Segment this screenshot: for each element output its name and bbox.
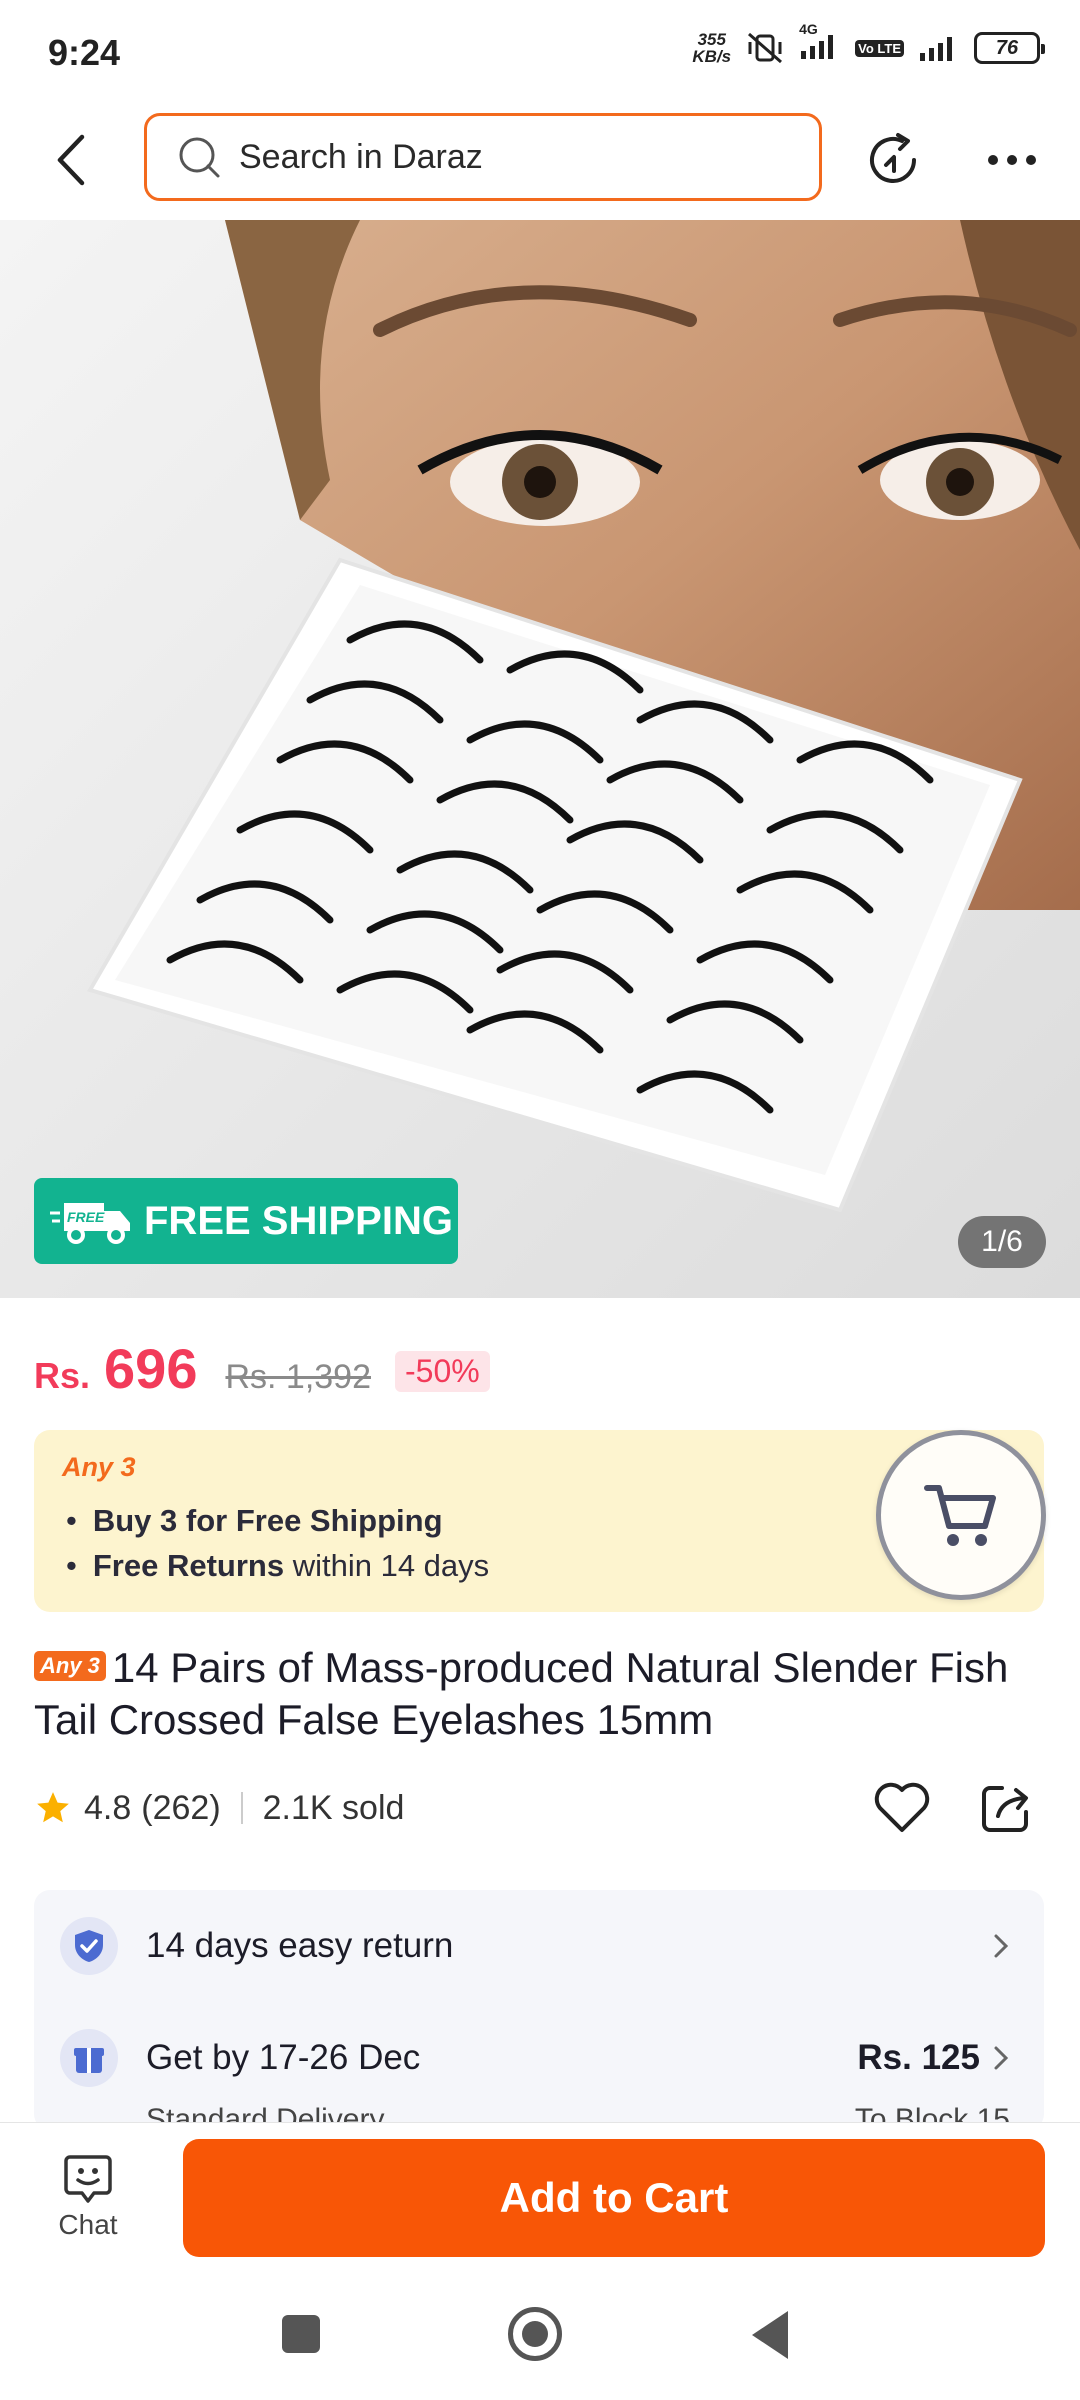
- promo-item: Buy 3 for Free Shipping: [66, 1498, 489, 1543]
- rating-value: 4.8: [84, 1788, 132, 1827]
- chat-button[interactable]: Chat: [30, 2153, 146, 2253]
- battery-icon: 76: [974, 32, 1045, 64]
- net-speed-value: 355: [697, 30, 726, 49]
- heart-icon: [874, 1782, 930, 1832]
- share-button[interactable]: [970, 1772, 1042, 1844]
- more-options-button[interactable]: [972, 125, 1052, 195]
- price-row: Rs. 696 Rs. 1,392 -50%: [34, 1336, 490, 1406]
- image-counter: 1/6: [958, 1216, 1046, 1268]
- floating-cart-button[interactable]: [876, 1430, 1046, 1600]
- back-arrow-icon: [57, 134, 85, 186]
- divider: [240, 1792, 243, 1824]
- volte-icon: Vo LTE: [855, 39, 904, 57]
- promo-line2-rest: within 14 days: [284, 1548, 490, 1583]
- service-card: 14 days easy return Get by 17-26 Dec Rs.…: [34, 1890, 1044, 2130]
- promo-line1: Buy 3 for Free Shipping: [92, 1503, 443, 1538]
- promo-list: Buy 3 for Free Shipping Free Returns wit…: [66, 1498, 489, 1588]
- review-count: (262): [141, 1788, 221, 1827]
- product-photo: [0, 220, 1080, 1298]
- product-title-text: 14 Pairs of Mass-produced Natural Slende…: [34, 1644, 1009, 1743]
- mute-vibrate-icon: [748, 32, 783, 64]
- product-image-gallery[interactable]: FREE FREE SHIPPING 1/6: [0, 220, 1080, 1298]
- add-to-cart-button[interactable]: Add to Cart: [183, 2139, 1045, 2257]
- wishlist-button[interactable]: [866, 1772, 938, 1844]
- product-page: 9:24 355 KB/s 4G Vo LTE 76 Search in Dar…: [0, 0, 1080, 2400]
- search-icon: [179, 137, 220, 178]
- chevron-right-icon: [986, 2043, 1016, 2073]
- free-icon-text: FREE: [67, 1209, 105, 1225]
- return-policy-row[interactable]: 14 days easy return: [34, 1906, 1044, 1986]
- promo-item: Free Returns within 14 days: [66, 1543, 489, 1588]
- return-label: 14 days easy return: [146, 1926, 454, 1965]
- free-shipping-label: FREE SHIPPING: [144, 1198, 453, 1243]
- any3-tag: Any 3: [34, 1650, 106, 1681]
- net-speed-unit: KB/s: [692, 47, 732, 66]
- product-title: Any 3 14 Pairs of Mass-produced Natural S…: [34, 1642, 1044, 1746]
- sold-count: 2.1K sold: [262, 1788, 405, 1827]
- cart-icon: [924, 1485, 996, 1546]
- chat-label: Chat: [58, 2209, 118, 2240]
- delivery-fee: Rs. 125: [857, 2038, 980, 2077]
- bottom-action-bar: Chat Add to Cart: [0, 2122, 1080, 2277]
- status-time: 9:24: [48, 32, 121, 73]
- shield-check-icon: [60, 1917, 118, 1975]
- net-speed: 355 KB/s: [692, 31, 731, 65]
- chat-icon: [64, 2155, 112, 2203]
- recents-icon[interactable]: [282, 2315, 320, 2353]
- more-dots-icon: [988, 155, 1036, 165]
- top-nav: Search in Daraz: [0, 105, 1080, 220]
- delivery-truck-icon: FREE: [50, 1203, 130, 1244]
- status-bar: 9:24 355 KB/s 4G Vo LTE 76: [0, 0, 1080, 105]
- signal-icon: [920, 37, 952, 61]
- delivery-label: Get by 17-26 Dec: [146, 2038, 421, 2077]
- promo-line2-bold: Free Returns: [92, 1548, 285, 1583]
- original-price: Rs. 1,392: [225, 1358, 371, 1396]
- home-icon[interactable]: [508, 2307, 562, 2361]
- network-type: 4G: [799, 20, 818, 37]
- back-triangle-icon[interactable]: [752, 2311, 788, 2359]
- refresh-history-icon: [870, 133, 916, 183]
- current-price: 696: [104, 1337, 198, 1400]
- price-currency: Rs.: [34, 1355, 91, 1396]
- search-input[interactable]: Search in Daraz: [144, 113, 822, 201]
- back-button[interactable]: [40, 125, 102, 195]
- search-placeholder: Search in Daraz: [239, 137, 483, 176]
- promo-tag: Any 3: [62, 1452, 136, 1482]
- free-shipping-badge: FREE FREE SHIPPING: [34, 1178, 458, 1264]
- chevron-right-icon: [986, 1931, 1016, 1961]
- status-icons: 355 KB/s 4G Vo LTE 76: [692, 21, 1045, 66]
- history-button[interactable]: [858, 125, 928, 195]
- system-nav-bar: [0, 2277, 1080, 2400]
- share-icon: [982, 1786, 1028, 1832]
- star-icon: [37, 1792, 69, 1823]
- gift-box-icon: [60, 2029, 118, 2087]
- rating-row[interactable]: 4.8 (262) 2.1K sold: [34, 1782, 404, 1834]
- discount-badge: -50%: [395, 1351, 490, 1392]
- signal-4g-icon: 4G: [799, 21, 841, 66]
